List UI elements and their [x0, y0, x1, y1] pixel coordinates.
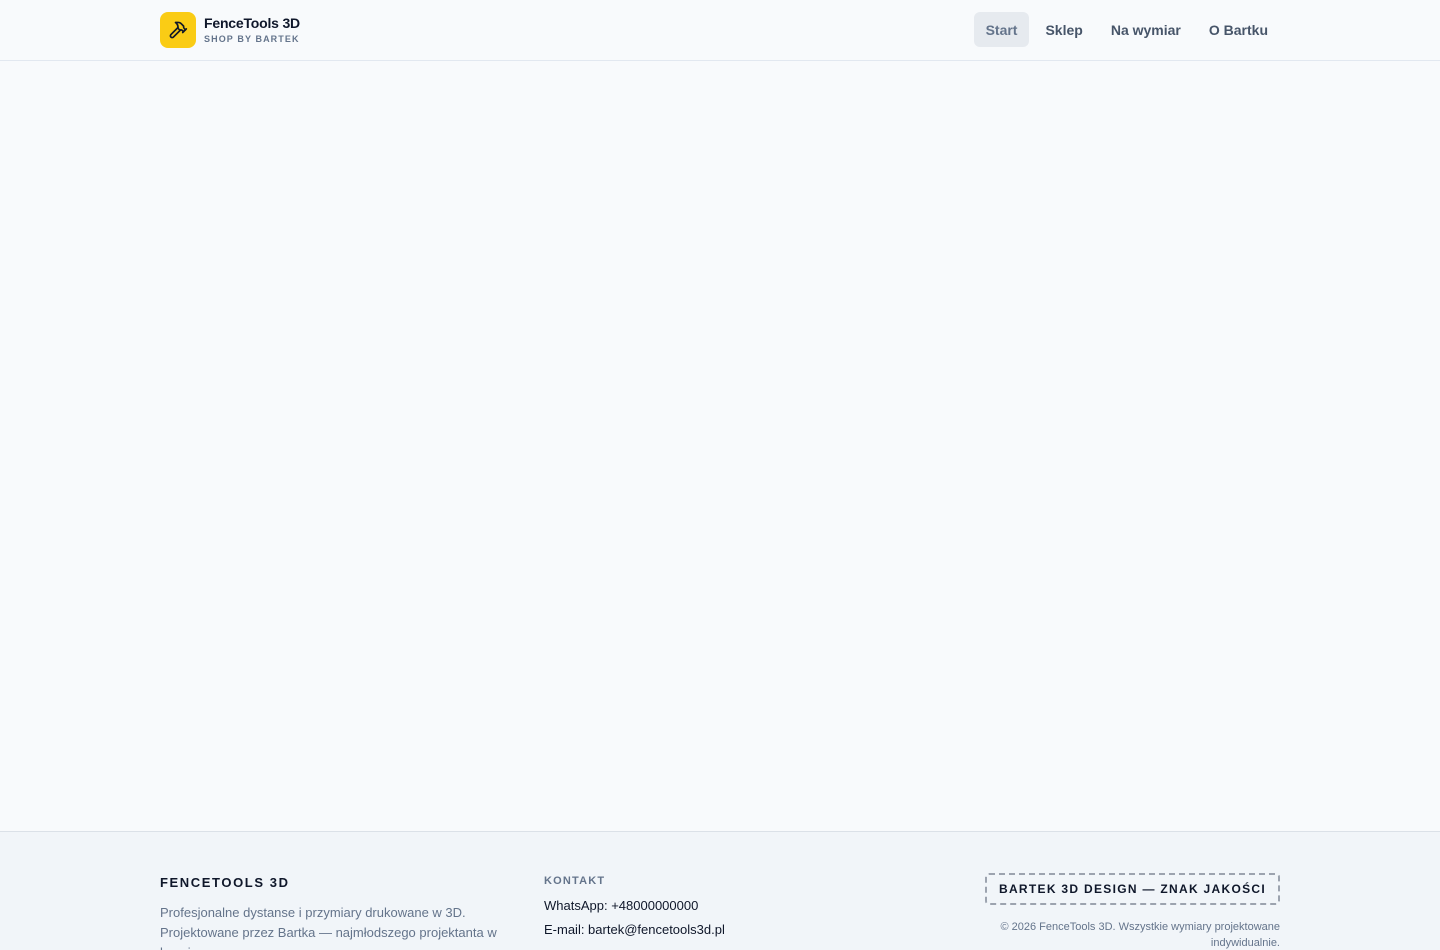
site-header: FenceTools 3D SHOP BY BARTEK Start Sklep… [0, 0, 1440, 61]
footer-brand-column: FENCETOOLS 3D Profesjonalne dystanse i p… [160, 875, 520, 950]
copyright-text: © 2026 FenceTools 3D. Wszystkie wymiary … [1000, 921, 1280, 949]
nav-item-na-wymiar[interactable]: Na wymiar [1099, 12, 1193, 47]
email-contact-link[interactable]: E-mail: bartek@fencetools3d.pl [544, 922, 844, 938]
nav-item-sklep[interactable]: Sklep [1033, 12, 1094, 47]
quality-badge: BARTEK 3D DESIGN — ZNAK JAKOŚCI [985, 873, 1280, 905]
main-nav: Start Sklep Na wymiar O Bartku [970, 12, 1280, 47]
whatsapp-contact-link[interactable]: WhatsApp: +48000000000 [544, 898, 844, 914]
hammer-icon [160, 12, 196, 48]
site-footer: FENCETOOLS 3D Profesjonalne dystanse i p… [0, 831, 1440, 950]
nav-item-start[interactable]: Start [973, 12, 1030, 47]
brand-home-link[interactable]: FenceTools 3D SHOP BY BARTEK [160, 12, 300, 48]
nav-item-o-bartku[interactable]: O Bartku [1197, 12, 1280, 47]
main-content [0, 61, 1440, 831]
contact-heading: KONTAKT [544, 875, 606, 887]
footer-right-column: BARTEK 3D DESIGN — ZNAK JAKOŚCI © 2026 F… [960, 873, 1280, 950]
brand-text: FenceTools 3D SHOP BY BARTEK [204, 15, 300, 45]
footer-brand-title: FENCETOOLS 3D [160, 875, 290, 890]
footer-description: Profesjonalne dystanse i przymiary druko… [160, 905, 497, 950]
brand-name: FenceTools 3D [204, 15, 300, 31]
brand-tagline: SHOP BY BARTEK [204, 34, 300, 44]
footer-contact-column: KONTAKT WhatsApp: +48000000000 E-mail: b… [544, 874, 844, 938]
